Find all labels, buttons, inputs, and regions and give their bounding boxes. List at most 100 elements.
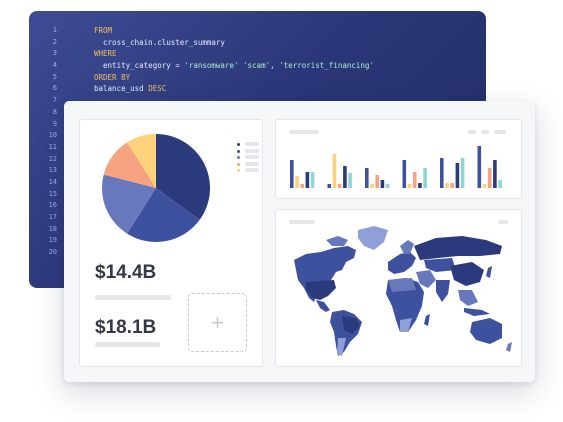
map-region-china: [450, 262, 484, 286]
bar[interactable]: [412, 172, 417, 188]
plus-icon: +: [211, 309, 224, 335]
legend-swatch: [237, 149, 240, 153]
bar[interactable]: [493, 160, 497, 188]
code-line: cross_chain.cluster_summary: [94, 37, 374, 49]
bar[interactable]: [375, 175, 379, 188]
line-number: 17: [48, 213, 57, 221]
stat-value-2: $18.1B: [95, 317, 157, 338]
code-line: entity_category = 'ransomware' 'scam', '…: [94, 60, 374, 72]
bar[interactable]: [305, 172, 310, 188]
legend-swatch: [237, 156, 240, 159]
bar[interactable]: [423, 168, 427, 188]
line-number: 3: [52, 49, 57, 58]
bar-chart-panel: [275, 119, 522, 199]
sql-keyword: WHERE: [94, 49, 117, 59]
bar[interactable]: [445, 183, 449, 188]
line-number-gutter: 1 2 3 4 5 6 7 8 9 10 11 12 13 14 15 16 17 18 19 20: [29, 25, 69, 259]
sql-token: entity_category =: [94, 61, 185, 71]
legend-label-placeholder: [245, 155, 259, 159]
dashboard-card: $14.4B $18.1B +: [64, 101, 535, 382]
map-region-europe: [388, 252, 416, 274]
bar[interactable]: [295, 176, 299, 188]
legend-swatch: [237, 162, 240, 166]
world-map[interactable]: [276, 210, 521, 366]
bar[interactable]: [407, 184, 412, 188]
line-number: 10: [48, 131, 57, 140]
map-region-japan: [486, 266, 492, 278]
legend-label-placeholder: [245, 161, 259, 166]
stat-value-1: $14.4B: [95, 262, 157, 283]
legend-label-placeholder: [245, 142, 259, 146]
line-number: 11: [48, 142, 57, 151]
bar[interactable]: [498, 180, 502, 188]
bar[interactable]: [290, 160, 294, 188]
sql-string: 'scam': [243, 61, 271, 71]
map-region-madagascar: [424, 314, 430, 326]
map-region-russia: [414, 236, 502, 260]
line-number: 5: [52, 72, 57, 81]
map-region-greenland: [358, 226, 388, 250]
world-map-panel: [275, 209, 522, 367]
sql-query-code[interactable]: FROM cross_chain.cluster_summary WHERE en…: [94, 25, 374, 95]
bar[interactable]: [343, 166, 347, 188]
bar[interactable]: [487, 168, 492, 188]
line-number: 1: [52, 26, 57, 34]
line-number: 18: [48, 224, 57, 233]
bar[interactable]: [300, 184, 304, 188]
bar[interactable]: [365, 168, 369, 188]
sql-keyword: ORDER BY: [94, 72, 131, 82]
bar[interactable]: [455, 163, 460, 188]
bar[interactable]: [477, 146, 482, 188]
bar[interactable]: [440, 158, 444, 188]
sql-token: cross_chain.cluster_summary: [94, 37, 225, 47]
bar[interactable]: [460, 158, 465, 188]
bar[interactable]: [327, 184, 332, 188]
legend-swatch: [237, 143, 240, 146]
code-line: balance_usd DESC: [94, 83, 374, 95]
line-number: 4: [52, 61, 57, 70]
legend-label-placeholder: [245, 148, 259, 153]
line-number: 12: [48, 154, 57, 163]
legend-swatch: [237, 169, 240, 172]
map-region-australia: [470, 318, 502, 344]
line-number: 20: [48, 248, 57, 257]
map-region-north-africa: [388, 278, 416, 292]
bar[interactable]: [380, 180, 385, 188]
line-number: 14: [48, 177, 57, 186]
map-region-new-zealand: [506, 342, 512, 352]
stat-label-placeholder: [95, 342, 160, 347]
summary-panel: $14.4B $18.1B +: [79, 119, 263, 367]
add-widget-button[interactable]: +: [188, 293, 247, 352]
map-region-scandinavia: [400, 240, 414, 254]
bar[interactable]: [450, 183, 454, 188]
stat-label-placeholder: [95, 295, 171, 300]
line-number: 9: [52, 119, 57, 128]
map-region-central-america: [316, 300, 330, 312]
sql-keyword: DESC: [148, 84, 167, 94]
bar[interactable]: [402, 160, 407, 188]
line-number: 19: [48, 236, 57, 245]
line-number: 7: [52, 96, 57, 105]
bar[interactable]: [418, 183, 422, 188]
bar[interactable]: [370, 184, 374, 188]
code-line: WHERE: [94, 48, 374, 60]
sql-string: 'ransomware': [184, 61, 239, 71]
map-region-canada-north: [326, 236, 348, 246]
line-number: 15: [48, 189, 57, 198]
bar[interactable]: [482, 184, 487, 188]
map-region-indonesia: [464, 308, 490, 316]
bar[interactable]: [348, 173, 352, 188]
grouped-bar-chart: [290, 146, 502, 188]
bar[interactable]: [332, 154, 337, 188]
bar[interactable]: [310, 172, 315, 188]
legend-label-placeholder: [245, 168, 259, 172]
code-line: ORDER BY: [94, 72, 374, 84]
line-number: 16: [48, 201, 57, 210]
map-region-southeast-asia: [458, 290, 478, 306]
bar[interactable]: [385, 184, 390, 188]
sql-keyword: FROM: [94, 26, 113, 35]
line-number: 2: [52, 37, 57, 46]
bar[interactable]: [337, 184, 342, 188]
sql-token: balance_usd: [94, 84, 149, 94]
line-number: 13: [48, 166, 57, 175]
